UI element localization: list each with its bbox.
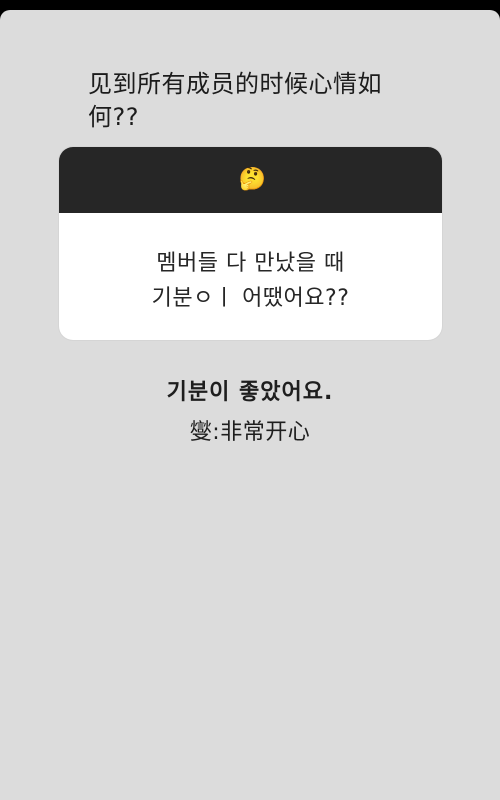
thinking-face-icon: 🤔 (238, 167, 267, 192)
question-text-line-2: 기분ㅇㅣ 어땠어요?? (151, 286, 350, 311)
question-sticker-card: 🤔 멤버들 다 만났을 때 기분ㅇㅣ 어땠어요?? (59, 147, 442, 340)
question-card-header: 🤔 (59, 147, 442, 213)
answer-chinese-translation: 燮:非常开心 (189, 420, 311, 445)
question-text-line-1: 멤버들 다 만났을 때 (156, 251, 345, 276)
answer-korean: 기분이 좋았어요. (166, 380, 334, 405)
translation-caption: 见到所有成员的时候心情如何?? (88, 70, 382, 131)
question-card-body: 멤버들 다 만났을 때 기분ㅇㅣ 어땠어요?? (59, 213, 442, 340)
story-screen: 见到所有成员的时候心情如何?? 🤔 멤버들 다 만났을 때 기분ㅇㅣ 어땠어요?… (0, 10, 500, 800)
